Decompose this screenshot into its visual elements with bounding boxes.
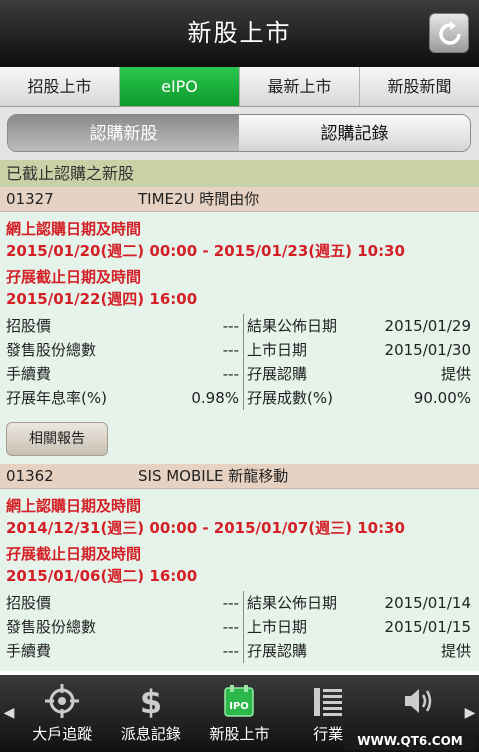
- info-label: 結果公佈日期: [247, 317, 338, 335]
- info-row: 孖展年息率(%) 0.98% 孖展成數(%) 90.00%: [6, 386, 473, 410]
- info-value: 0.98%: [191, 389, 239, 407]
- online-subscribe-label: 網上認購日期及時間: [6, 497, 142, 515]
- stock-header: 01362 SIS MOBILE 新龍移動: [0, 464, 479, 489]
- info-row: 發售股份總數 --- 上市日期 2015/01/15: [6, 615, 473, 639]
- info-label: 發售股份總數: [6, 341, 97, 359]
- online-subscribe-value: 2015/01/20(週二) 00:00 - 2015/01/23(週五) 10…: [6, 242, 405, 260]
- info-label: 上市日期: [247, 618, 308, 636]
- nav-label: 大戶追蹤: [32, 725, 93, 743]
- info-label: 手續費: [6, 642, 52, 660]
- tab-eipo[interactable]: eIPO: [120, 67, 240, 106]
- dollar-icon: $: [140, 683, 162, 719]
- info-value: ---: [222, 317, 239, 335]
- segment-bar: 認購新股 認購記錄: [0, 107, 479, 160]
- info-value: ---: [222, 642, 239, 660]
- info-value: 2015/01/29: [384, 317, 471, 335]
- nav-label: 新股上市: [209, 725, 270, 743]
- stock-code: 01327: [6, 190, 54, 208]
- top-tabs: 招股上市 eIPO 最新上市 新股新聞: [0, 67, 479, 107]
- info-row: 手續費 --- 孖展認購 提供: [6, 639, 473, 663]
- info-label: 孖展年息率(%): [6, 389, 107, 407]
- info-value: 2015/01/14: [384, 594, 471, 612]
- nav-major-holders[interactable]: 大戶追蹤: [18, 675, 107, 752]
- nav-dividends[interactable]: $ 派息記錄: [107, 675, 196, 752]
- info-grid: 招股價 --- 結果公佈日期 2015/01/14 發售股份總數 --- 上市日期 20…: [6, 591, 473, 663]
- svg-text:IPO: IPO: [230, 701, 250, 712]
- info-value: 提供: [440, 642, 471, 660]
- margin-deadline-value: 2015/01/06(週二) 16:00: [6, 567, 198, 585]
- segment-records[interactable]: 認購記錄: [239, 115, 470, 151]
- margin-deadline-label: 孖展截止日期及時間: [6, 545, 142, 563]
- info-label: 結果公佈日期: [247, 594, 338, 612]
- info-label: 手續費: [6, 365, 52, 383]
- info-label: 孖展成數(%): [247, 389, 333, 407]
- crosshair-icon: [45, 684, 80, 718]
- related-report-button[interactable]: 相關報告: [6, 422, 108, 456]
- info-value: 2015/01/15: [384, 618, 471, 636]
- margin-deadline-label: 孖展截止日期及時間: [6, 268, 142, 286]
- info-label: 孖展認購: [247, 642, 308, 660]
- refresh-icon: [439, 21, 461, 45]
- info-label: 孖展認購: [247, 365, 308, 383]
- info-value: ---: [222, 341, 239, 359]
- stock-header: 01327 TIME2U 時間由你: [0, 187, 479, 212]
- margin-deadline-value: 2015/01/22(週四) 16:00: [6, 290, 198, 308]
- info-row: 招股價 --- 結果公佈日期 2015/01/14: [6, 591, 473, 615]
- ipo-icon: IPO: [224, 685, 255, 717]
- info-label: 招股價: [6, 594, 52, 612]
- info-value: 90.00%: [413, 389, 471, 407]
- info-value: ---: [222, 618, 239, 636]
- info-row: 發售股份總數 --- 上市日期 2015/01/30: [6, 338, 473, 362]
- info-value: ---: [222, 594, 239, 612]
- info-grid: 招股價 --- 結果公佈日期 2015/01/29 發售股份總數 --- 上市日期 20…: [6, 314, 473, 410]
- stock-card: 網上認購日期及時間 2015/01/20(週二) 00:00 - 2015/01…: [0, 212, 479, 464]
- nav-ipo[interactable]: IPO 新股上市: [195, 675, 284, 752]
- segment-subscribe[interactable]: 認購新股: [8, 115, 239, 151]
- tab-ipo-news[interactable]: 新股新聞: [360, 67, 479, 106]
- svg-text:$: $: [140, 683, 162, 719]
- stock-card: 網上認購日期及時間 2014/12/31(週三) 00:00 - 2015/01…: [0, 489, 479, 671]
- info-label: 發售股份總數: [6, 618, 97, 636]
- refresh-button[interactable]: [429, 13, 469, 53]
- stock-code: 01362: [6, 467, 54, 485]
- scroll-left-arrow-icon[interactable]: ◀: [0, 675, 18, 752]
- speaker-icon: [404, 689, 431, 713]
- stock-name: TIME2U 時間由你: [138, 190, 260, 208]
- info-value: 提供: [440, 365, 471, 383]
- section-header: 已截止認購之新股: [0, 160, 479, 187]
- info-label: 招股價: [6, 317, 52, 335]
- info-row: 招股價 --- 結果公佈日期 2015/01/29: [6, 314, 473, 338]
- segment-control: 認購新股 認購記錄: [7, 114, 471, 152]
- stock-list[interactable]: 01327 TIME2U 時間由你 網上認購日期及時間 2015/01/20(週…: [0, 187, 479, 675]
- page-title: 新股上市: [187, 19, 292, 47]
- title-bar: 新股上市: [0, 0, 479, 67]
- watermark: WWW.QT6.COM: [345, 732, 475, 750]
- list-icon: [314, 688, 343, 716]
- info-value: 2015/01/30: [384, 341, 471, 359]
- nav-label: 行業: [313, 725, 344, 743]
- info-row: 手續費 --- 孖展認購 提供: [6, 362, 473, 386]
- online-subscribe-label: 網上認購日期及時間: [6, 220, 142, 238]
- tab-ipo-listing[interactable]: 招股上市: [0, 67, 120, 106]
- nav-label: 派息記錄: [120, 725, 181, 743]
- online-subscribe-value: 2014/12/31(週三) 00:00 - 2015/01/07(週三) 10…: [6, 519, 405, 537]
- stock-name: SIS MOBILE 新龍移動: [138, 467, 289, 485]
- info-value: ---: [222, 365, 239, 383]
- info-label: 上市日期: [247, 341, 308, 359]
- tab-new-listing[interactable]: 最新上市: [240, 67, 360, 106]
